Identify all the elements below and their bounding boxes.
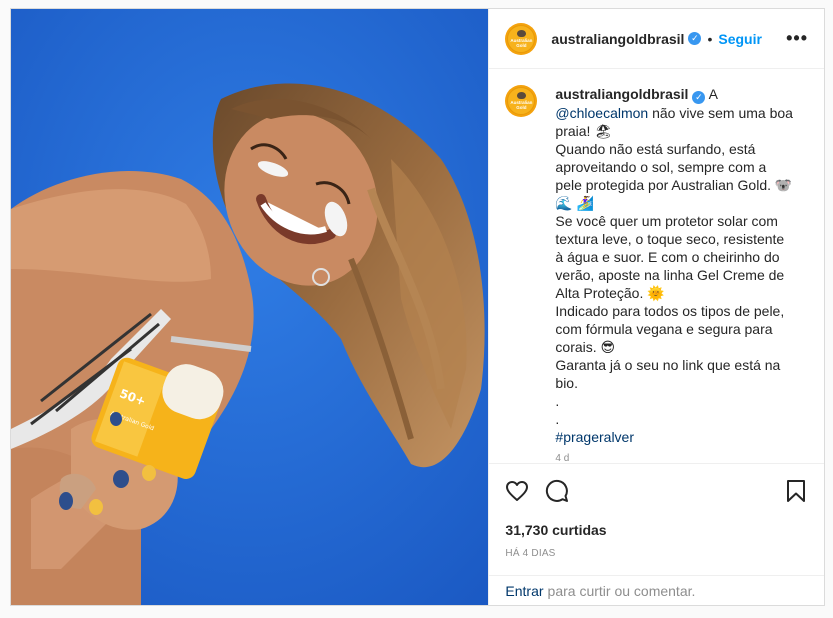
caption-line-intro: A: [708, 86, 718, 102]
more-options-icon[interactable]: •••: [786, 28, 808, 49]
bookmark-icon[interactable]: [784, 479, 808, 503]
photo-illustration: 50+ Australian Gold: [11, 9, 489, 605]
actions-bar: 31,730 curtidas HÁ 4 DIAS: [489, 463, 824, 575]
caption-age: 4 d: [555, 452, 570, 464]
comment-icon[interactable]: [545, 479, 569, 503]
avatar-logo: Australian Gold: [507, 24, 536, 53]
caption-text: australiangoldbrasil ✓ A @chloecalmon não…: [555, 85, 795, 463]
post-header: Australian Gold australiangoldbrasil ✓ •…: [489, 9, 824, 69]
caption-line-surf: Quando não está surfando, está aproveita…: [555, 140, 793, 211]
post-dialog: 50+ Australian Gold Australian Gold aust…: [10, 8, 825, 606]
separator-dot: •: [707, 30, 713, 47]
post-side-panel: Australian Gold australiangoldbrasil ✓ •…: [488, 9, 824, 605]
caption-dot-1: .: [555, 392, 560, 409]
koala-icon: [516, 92, 526, 99]
avatar-brand: Australian Gold: [510, 100, 533, 110]
avatar-logo: Australian Gold: [507, 87, 536, 115]
comment-bar-text: para curtir ou comentar.: [547, 582, 696, 599]
koala-icon: [516, 29, 526, 37]
post-date[interactable]: HÁ 4 DIAS: [505, 548, 808, 559]
comment-bar: Entrar para curtir ou comentar.: [489, 575, 824, 605]
verified-badge-icon: ✓: [692, 90, 706, 104]
caption-area: Australian Gold australiangoldbrasil ✓ A …: [489, 69, 824, 463]
caption-dot-2: .: [555, 410, 560, 427]
caption-username[interactable]: australiangoldbrasil: [555, 86, 688, 102]
caption-line-skin: Indicado para todos os tipos de pele, co…: [555, 302, 785, 355]
hashtag-link[interactable]: #prageralver: [555, 428, 795, 446]
heart-icon[interactable]: [505, 479, 529, 503]
action-icons: [505, 472, 808, 510]
caption-line-product: Se você quer um protetor solar com textu…: [555, 212, 785, 301]
caption-line-cta: Garanta já o seu no link que está na bio…: [555, 356, 781, 391]
avatar[interactable]: Australian Gold: [505, 22, 538, 55]
post-photo[interactable]: 50+ Australian Gold: [11, 9, 489, 605]
mention-link[interactable]: @chloecalmon: [555, 105, 648, 121]
verified-badge-icon: ✓: [688, 32, 702, 45]
avatar-brand: Australian Gold: [510, 37, 533, 48]
header-username[interactable]: australiangoldbrasil: [551, 31, 684, 47]
login-link[interactable]: Entrar: [505, 583, 543, 599]
caption-avatar[interactable]: Australian Gold: [505, 85, 538, 117]
likes-count[interactable]: 31,730 curtidas: [505, 522, 808, 538]
follow-button[interactable]: Seguir: [718, 31, 762, 47]
